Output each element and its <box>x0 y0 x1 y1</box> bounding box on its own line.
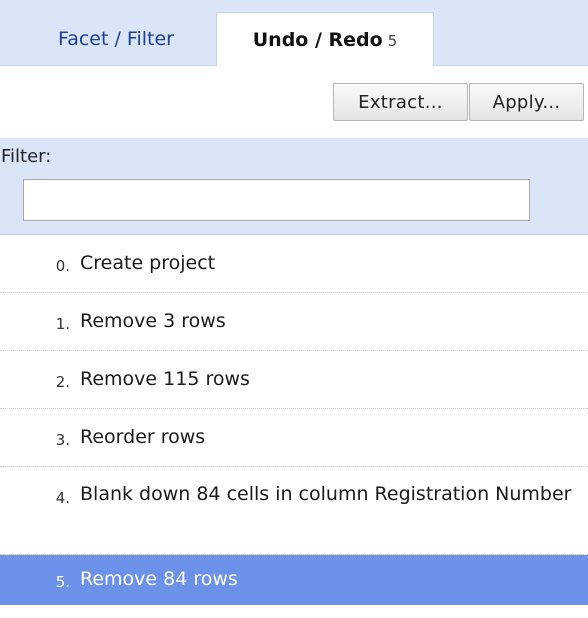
history-entry-number: 1. <box>55 315 70 333</box>
history-entry[interactable]: 4. Blank down 84 cells in column Registra… <box>0 467 588 555</box>
extract-button[interactable]: Extract... <box>333 83 468 121</box>
undo-redo-panel: Facet / Filter Undo / Redo 5 Extract... … <box>0 0 588 618</box>
tab-undo-redo[interactable]: Undo / Redo 5 <box>216 12 434 67</box>
filter-area: Filter: <box>0 138 588 235</box>
history-entry-number: 3. <box>55 431 70 449</box>
history-entry-description: Reorder rows <box>80 426 206 448</box>
tab-undo-redo-label: Undo / Redo <box>252 29 383 51</box>
undo-count-badge: 5 <box>387 32 398 50</box>
filter-input[interactable] <box>23 179 530 221</box>
filter-label: Filter: <box>1 146 52 167</box>
history-entry[interactable]: 5. Remove 84 rows <box>0 555 588 605</box>
history-toolbar: Extract... Apply... <box>0 66 588 128</box>
history-entry[interactable]: 2. Remove 115 rows <box>0 351 588 409</box>
apply-button[interactable]: Apply... <box>469 83 584 121</box>
history-entry-description: Remove 3 rows <box>80 310 226 332</box>
tab-facet-filter[interactable]: Facet / Filter <box>18 12 214 66</box>
history-entry-description: Remove 84 rows <box>80 568 238 590</box>
tabs-bar: Facet / Filter Undo / Redo 5 <box>0 0 588 67</box>
history-entry[interactable]: 3. Reorder rows <box>0 409 588 467</box>
history-entry[interactable]: 0. Create project <box>0 235 588 293</box>
history-entry-description: Blank down 84 cells in column Registrati… <box>80 483 572 505</box>
history-entry[interactable]: 1. Remove 3 rows <box>0 293 588 351</box>
history-entry-number: 0. <box>55 257 70 275</box>
history-entry-number: 2. <box>55 373 70 391</box>
history-entry-description: Create project <box>80 252 216 274</box>
tab-facet-filter-label: Facet / Filter <box>58 28 174 50</box>
history-entry-number: 5. <box>55 573 70 591</box>
history-entry-description: Remove 115 rows <box>80 368 250 390</box>
history-entry-number: 4. <box>55 489 70 507</box>
history-list: 0. Create project 1. Remove 3 rows 2. Remove … <box>0 235 588 605</box>
